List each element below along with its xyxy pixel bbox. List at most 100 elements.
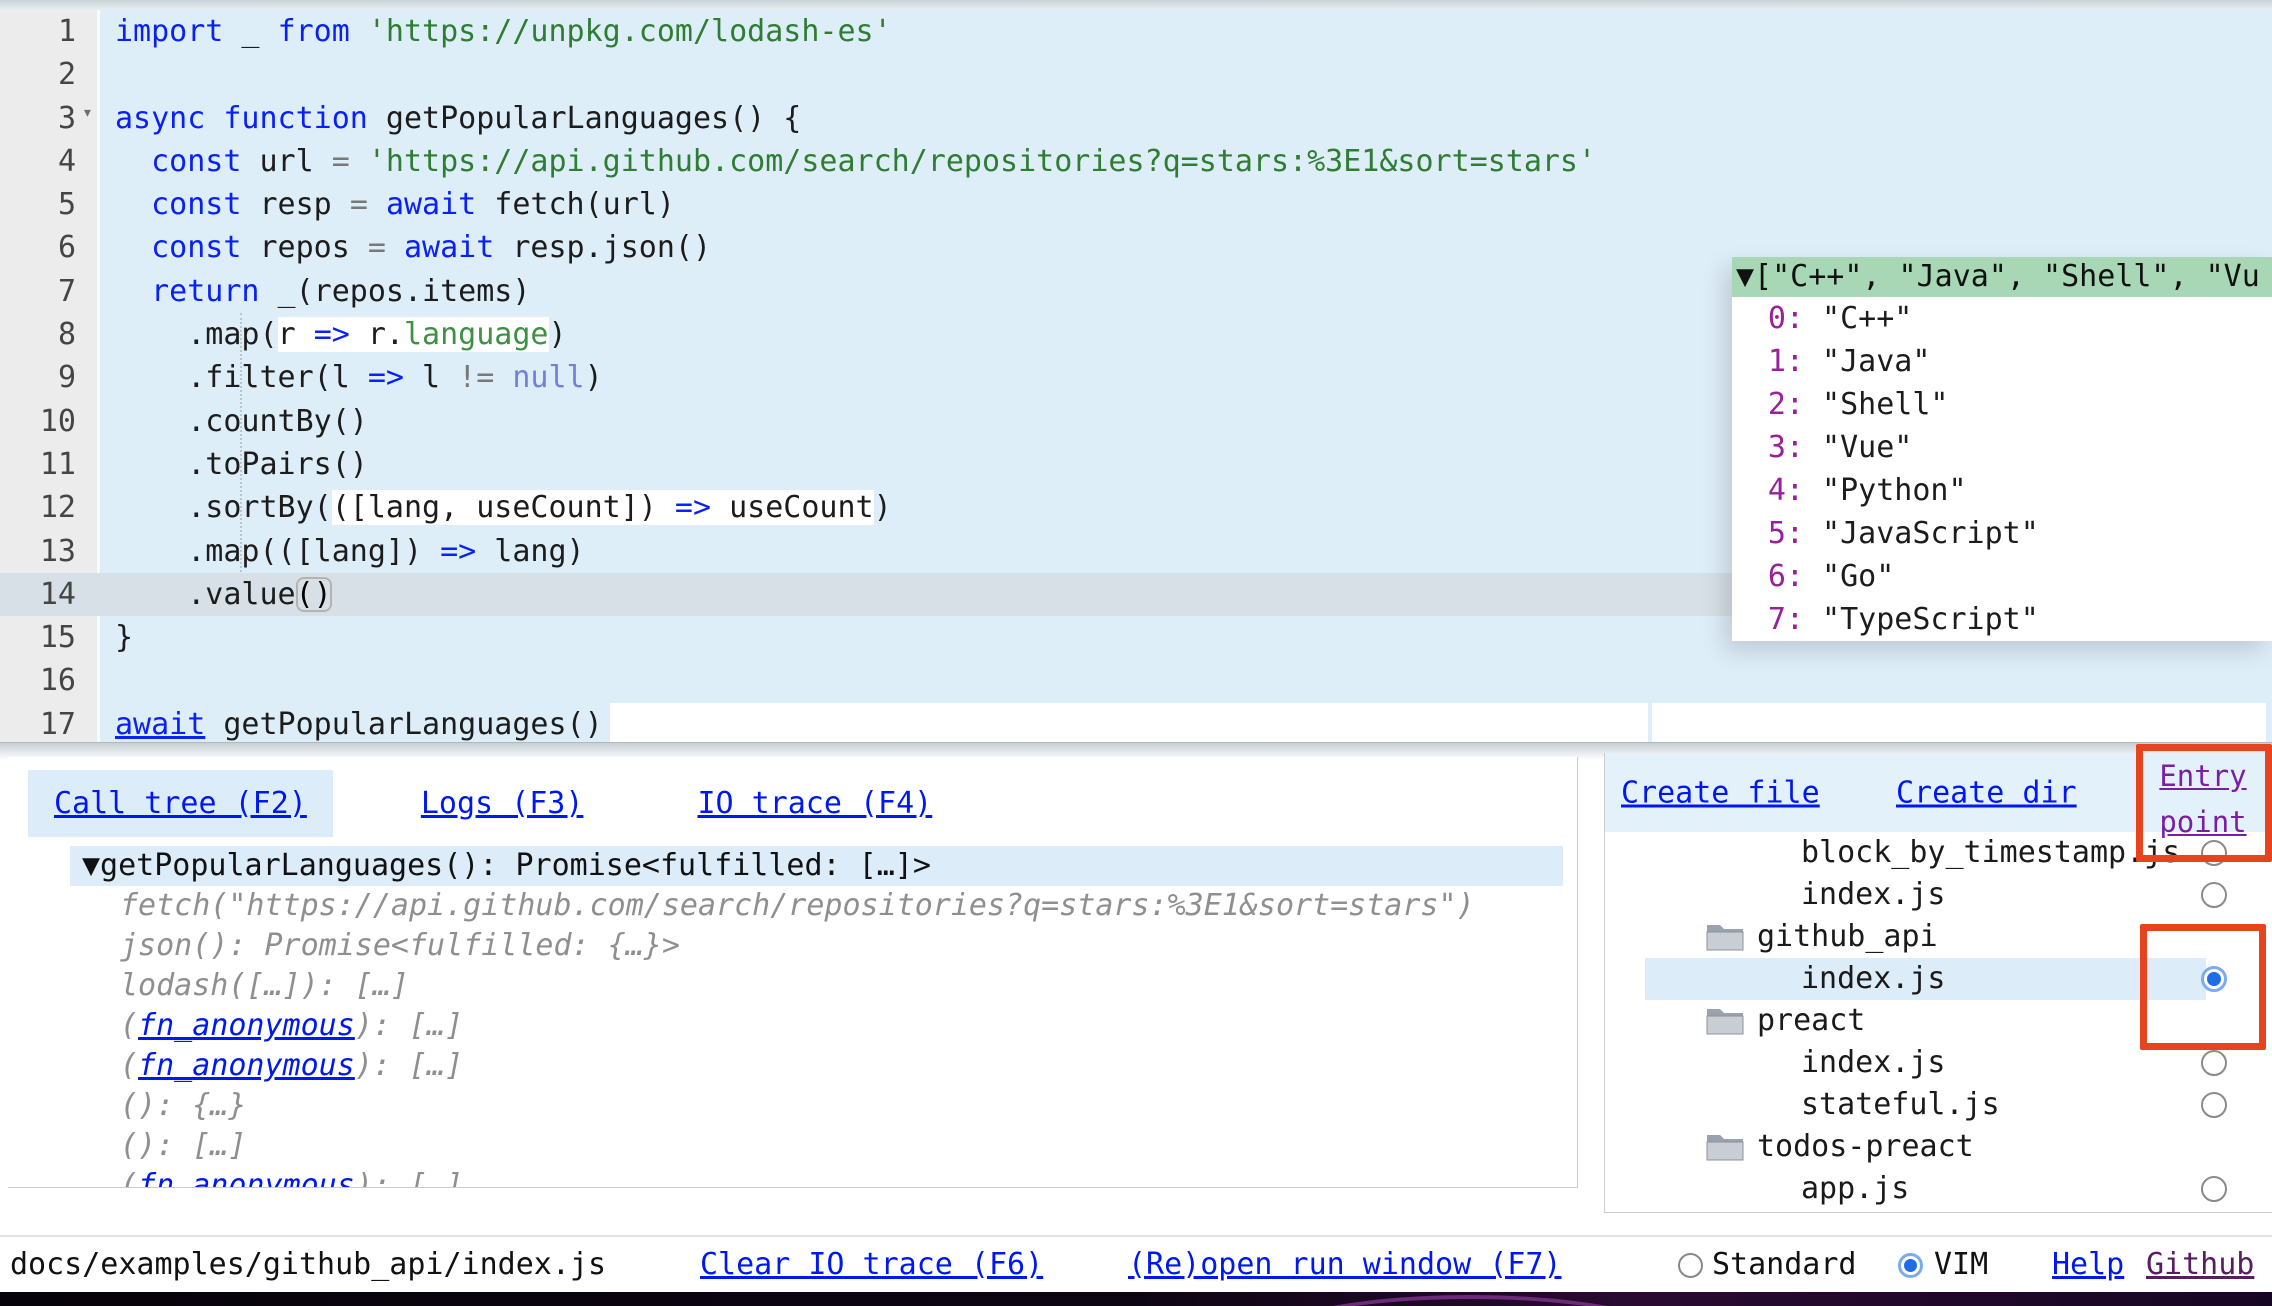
code-line-3[interactable]: 3▾async function getPopularLanguages() { bbox=[0, 97, 2272, 140]
call-tree-row[interactable]: lodash([…]): […] bbox=[8, 966, 1577, 1006]
inspector-items: 0: "C++"1: "Java"2: "Shell"3: "Vue"4: "P… bbox=[1732, 297, 2272, 641]
inspector-item[interactable]: 2: "Shell" bbox=[1732, 383, 2272, 426]
call-tree-row[interactable]: (fn_anonymous): […] bbox=[8, 1006, 1577, 1046]
token: () bbox=[296, 577, 332, 612]
github-link[interactable]: Github bbox=[2146, 1237, 2254, 1292]
reopen-run-window-button[interactable]: (Re)open run window (F7) bbox=[1128, 1237, 1561, 1292]
code-text: .sortBy(([lang, useCount]) => useCount) bbox=[115, 490, 892, 525]
tab-io-trace-f4-[interactable]: IO trace (F4) bbox=[671, 770, 958, 837]
token: .map(([lang]) bbox=[115, 534, 440, 569]
token bbox=[115, 230, 151, 265]
token: await bbox=[404, 230, 494, 265]
file-row-index-html[interactable]: index.html bbox=[1605, 1210, 2272, 1213]
call-tree-row[interactable]: ▼getPopularLanguages(): Promise<fulfille… bbox=[70, 846, 1563, 886]
code-text: .filter(l => l != null) bbox=[115, 360, 603, 395]
token: from bbox=[278, 14, 350, 49]
fold-arrow-icon[interactable]: ▾ bbox=[82, 104, 93, 122]
token: .map( bbox=[115, 317, 278, 352]
call-tree-row[interactable]: (fn_anonymous): […] bbox=[8, 1166, 1577, 1188]
call-tree-row[interactable]: fetch("https://api.github.com/search/rep… bbox=[8, 886, 1577, 926]
folder-name: todos-preact bbox=[1757, 1126, 1974, 1168]
token: async bbox=[115, 101, 205, 136]
token: getPopularLanguages() bbox=[205, 707, 602, 742]
call-tree-rows: ▼getPopularLanguages(): Promise<fulfille… bbox=[8, 846, 1577, 1188]
token: null bbox=[512, 360, 584, 395]
tab-call-tree-f2-[interactable]: Call tree (F2) bbox=[28, 770, 333, 837]
file-row-stateful-js[interactable]: stateful.js bbox=[1605, 1084, 2272, 1126]
token: => bbox=[314, 317, 350, 352]
call-tree-row[interactable]: json(): Promise<fulfilled: {…}> bbox=[8, 926, 1577, 966]
code-line-5[interactable]: 5 const resp = await fetch(url) bbox=[0, 183, 2272, 226]
entry-point-radio[interactable] bbox=[2201, 1092, 2227, 1118]
token bbox=[494, 360, 512, 395]
file-name: index.js bbox=[1801, 958, 1946, 1000]
token: const bbox=[151, 230, 241, 265]
code-text: .toPairs() bbox=[115, 447, 368, 482]
call-tree-text: (): {…} bbox=[120, 1088, 246, 1123]
token: .countBy() bbox=[115, 404, 368, 439]
inspector-item-value: "TypeScript" bbox=[1804, 602, 2039, 637]
inspector-item[interactable]: 3: "Vue" bbox=[1732, 426, 2272, 469]
file-row-app-js[interactable]: app.js bbox=[1605, 1168, 2272, 1210]
entry-point-radio[interactable] bbox=[2201, 1050, 2227, 1076]
line-number: 9 bbox=[0, 356, 76, 399]
line-number: 15 bbox=[0, 616, 76, 659]
inspector-item[interactable]: 0: "C++" bbox=[1732, 297, 2272, 340]
inspector-item[interactable]: 4: "Python" bbox=[1732, 469, 2272, 512]
standard-mode-radio[interactable] bbox=[1678, 1253, 1703, 1278]
call-tree-text: ( bbox=[120, 1008, 138, 1043]
create-file-button[interactable]: Create file bbox=[1621, 775, 1820, 810]
app-window: 1import _ from 'https://unpkg.com/lodash… bbox=[0, 0, 2272, 1306]
token: getPopularLanguages() { bbox=[368, 101, 801, 136]
inspector-item[interactable]: 5: "JavaScript" bbox=[1732, 512, 2272, 555]
file-name: index.html bbox=[1801, 1210, 1982, 1213]
standard-mode-label: Standard bbox=[1712, 1237, 1857, 1292]
fn-anonymous-link[interactable]: fn_anonymous bbox=[138, 1008, 355, 1043]
file-row-todos-preact[interactable]: todos-preact bbox=[1605, 1126, 2272, 1168]
folder-name: github_api bbox=[1757, 916, 1938, 958]
entry-point-radio[interactable] bbox=[2201, 882, 2227, 908]
vim-mode-radio[interactable] bbox=[1898, 1253, 1923, 1278]
fn-anonymous-link[interactable]: fn_anonymous bbox=[138, 1048, 355, 1083]
call-tree-text: fetch("https://api.github.com/search/rep… bbox=[120, 888, 1475, 923]
folder-name: preact bbox=[1757, 1000, 1865, 1042]
token: language bbox=[404, 317, 549, 352]
code-line-1[interactable]: 1import _ from 'https://unpkg.com/lodash… bbox=[0, 10, 2272, 53]
token: => bbox=[368, 360, 404, 395]
code-text: async function getPopularLanguages() { bbox=[115, 101, 801, 136]
token bbox=[386, 230, 404, 265]
call-tree-text: ): […] bbox=[355, 1008, 463, 1043]
inspector-item-index: 0: bbox=[1732, 297, 1804, 340]
create-dir-button[interactable]: Create dir bbox=[1896, 775, 2077, 810]
token: .toPairs() bbox=[115, 447, 368, 482]
line-number: 13 bbox=[0, 530, 76, 573]
token: lang) bbox=[476, 534, 584, 569]
code-text: const url = 'https://api.github.com/sear… bbox=[115, 144, 1596, 179]
call-tree-row[interactable]: (fn_anonymous): […] bbox=[8, 1046, 1577, 1086]
code-text: .value() bbox=[115, 577, 332, 612]
file-row-index-js[interactable]: index.js bbox=[1605, 874, 2272, 916]
entry-point-radio[interactable] bbox=[2201, 1176, 2227, 1202]
token: const bbox=[151, 187, 241, 222]
code-line-17[interactable]: 17await getPopularLanguages() bbox=[0, 703, 2272, 742]
clear-io-trace-button[interactable]: Clear IO trace (F6) bbox=[700, 1237, 1043, 1292]
code-editor[interactable]: 1import _ from 'https://unpkg.com/lodash… bbox=[0, 0, 2272, 742]
call-tree-row[interactable]: (): {…} bbox=[8, 1086, 1577, 1126]
token: resp bbox=[241, 187, 349, 222]
token bbox=[350, 144, 368, 179]
inspector-item[interactable]: 7: "TypeScript" bbox=[1732, 598, 2272, 641]
inspector-item[interactable]: 6: "Go" bbox=[1732, 555, 2272, 598]
call-tree-text: ( bbox=[120, 1048, 138, 1083]
code-line-2[interactable]: 2 bbox=[0, 53, 2272, 96]
code-line-4[interactable]: 4 const url = 'https://api.github.com/se… bbox=[0, 140, 2272, 183]
inspector-array-header[interactable]: ▼["C++", "Java", "Shell", "Vu bbox=[1732, 257, 2272, 297]
inspector-item-value: "JavaScript" bbox=[1804, 516, 2039, 551]
token bbox=[115, 187, 151, 222]
call-tree-row[interactable]: (): […] bbox=[8, 1126, 1577, 1166]
line-number: 10 bbox=[0, 400, 76, 443]
help-link[interactable]: Help bbox=[2052, 1237, 2124, 1292]
inspector-item[interactable]: 1: "Java" bbox=[1732, 340, 2272, 383]
tab-logs-f3-[interactable]: Logs (F3) bbox=[395, 770, 610, 837]
code-line-16[interactable]: 16 bbox=[0, 659, 2272, 702]
fn-anonymous-link[interactable]: fn_anonymous bbox=[138, 1168, 355, 1188]
